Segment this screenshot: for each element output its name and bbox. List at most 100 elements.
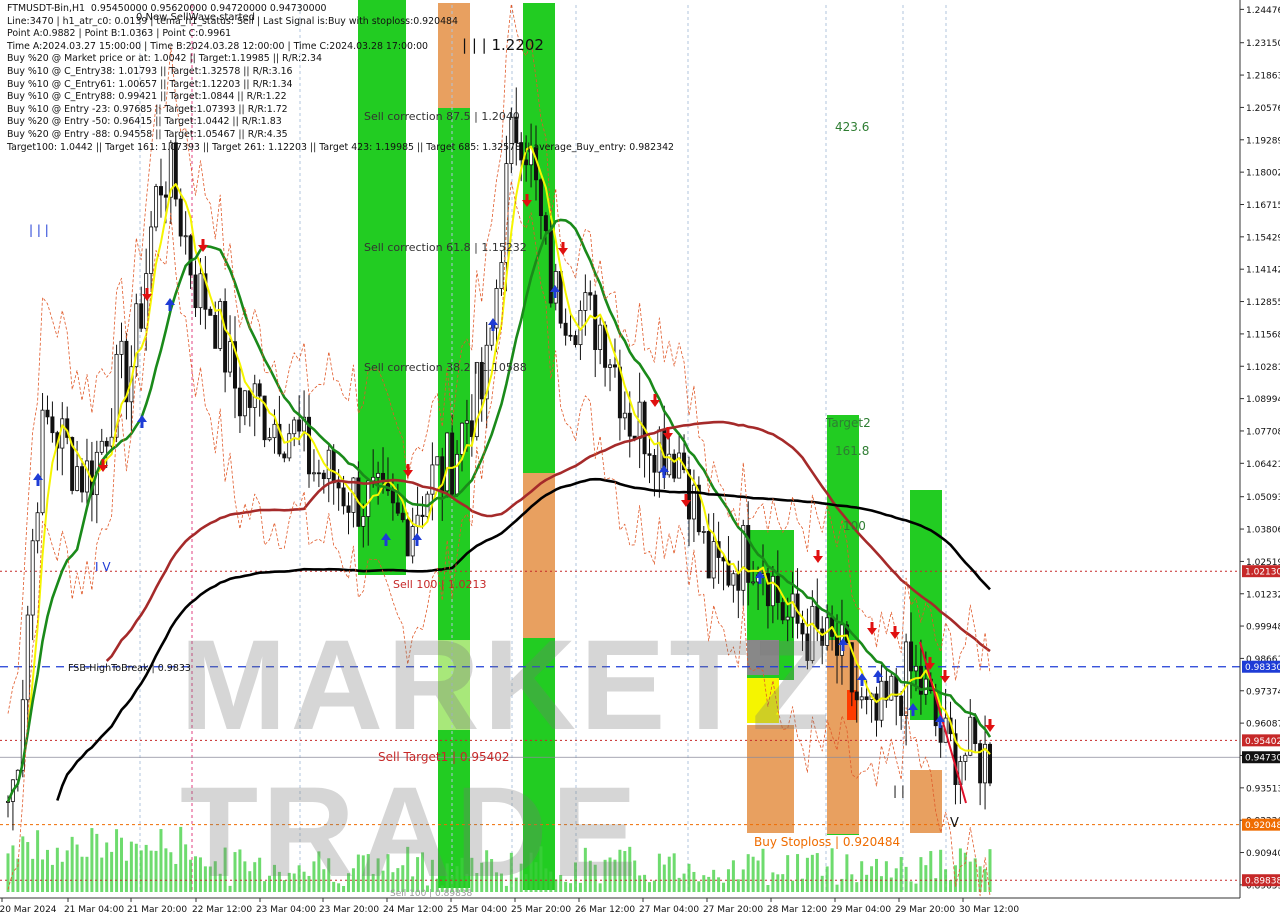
price-tick-label: 1.08994 [1246, 395, 1280, 405]
candle-body [80, 466, 85, 493]
candle-body [104, 440, 109, 447]
price-tick-label: 1.16715 [1246, 201, 1280, 211]
candle-body [188, 235, 193, 276]
candle-body [75, 466, 80, 491]
candle-body [331, 449, 336, 484]
candle-body [691, 484, 696, 520]
candle-body [736, 573, 741, 591]
wave-iii-label: | | | [29, 223, 49, 237]
time-tick-label: 21 Mar 20:00 [127, 905, 187, 915]
volume-bar [85, 856, 89, 892]
info-line: Buy %20 @ Entry -50: 0.96415 || Target:1… [7, 116, 282, 128]
volume-bar [124, 860, 128, 892]
time-tick-label: 27 Mar 04:00 [639, 905, 699, 915]
volume-bar [60, 861, 64, 892]
level-100-label: 100 [843, 519, 866, 533]
volume-bar [169, 852, 173, 892]
candle-body [208, 308, 213, 316]
price-tick-label: 1.21863 [1246, 72, 1280, 82]
time-tick-label: 29 Mar 20:00 [895, 905, 955, 915]
bottom-level-label: Sell 100 | 0.89838 [390, 889, 473, 899]
volume-bar [6, 853, 10, 892]
candle-body [282, 453, 287, 459]
info-line: Buy %10 @ C_Entry88: 0.99421 || Target:1… [7, 91, 287, 103]
wave-v-label: V [950, 816, 959, 831]
candle-body [228, 341, 233, 373]
candle-body [336, 482, 341, 489]
candle-body [45, 409, 50, 418]
volume-bar [65, 850, 69, 892]
new-wave-label: 0 New SellWave started [136, 12, 256, 23]
candle-body [50, 416, 55, 434]
candle-body [469, 420, 474, 438]
candle-body [598, 324, 603, 350]
candle-body [563, 322, 568, 336]
volume-bar [139, 850, 143, 892]
time-tick-label: 25 Mar 04:00 [447, 905, 507, 915]
sell-target1-label: Sell Target1 | 0.95402 [378, 750, 510, 764]
candle-body [158, 186, 163, 196]
price-marker-label: 1.02130 [1245, 568, 1280, 578]
volume-bar [45, 849, 49, 892]
volume-bar [55, 847, 59, 892]
candle-body [543, 215, 548, 231]
candle-body [198, 273, 203, 309]
volume-bar [144, 844, 148, 892]
candle-body [627, 412, 632, 437]
price-tick-label: 1.14142 [1246, 266, 1280, 276]
volume-bar [36, 830, 40, 892]
target2-label: Target2 [826, 416, 871, 430]
volume-bar [21, 836, 25, 892]
candle-body [242, 390, 247, 417]
volume-bar [149, 850, 153, 892]
candle-body [346, 505, 351, 513]
candle-body [297, 419, 302, 432]
level-4236-label: 423.6 [835, 120, 870, 134]
candle-body [326, 449, 331, 480]
candle-body [287, 433, 292, 459]
candle-body [316, 472, 321, 475]
candle-body [420, 514, 425, 517]
fsb-label: FSB-HighToBreak | 0.9833 [68, 663, 191, 674]
price-tick-label: 1.05093 [1246, 493, 1280, 503]
candle-body [376, 472, 381, 478]
candle-body [573, 335, 578, 346]
candle-body [608, 364, 613, 368]
volume-bar [41, 859, 45, 892]
volume-bar [90, 828, 94, 892]
time-tick-label: 28 Mar 12:00 [767, 905, 827, 915]
candle-body [583, 292, 588, 311]
candle-body [247, 390, 252, 408]
candle-body [183, 235, 188, 238]
info-line: Point A:0.9882 | Point B:1.0363 | Point … [7, 28, 232, 40]
candle-body [213, 314, 218, 349]
candle-body [677, 452, 682, 479]
candle-body [35, 512, 40, 542]
candle-body [139, 303, 144, 329]
time-tick-label: 30 Mar 12:00 [959, 905, 1019, 915]
candle-body [464, 420, 469, 424]
candle-body [321, 472, 326, 480]
candle-body [558, 271, 563, 324]
volume-bar [129, 841, 133, 892]
candle-body [751, 581, 756, 584]
candle-body [395, 502, 400, 514]
candle-body [218, 301, 223, 349]
candle-body [99, 440, 104, 453]
sell-correction-382-label: Sell correction 38.2 | 1.10588 [364, 361, 527, 374]
candle-body [657, 429, 662, 473]
volume-bar [159, 829, 163, 892]
candle-body [652, 454, 657, 473]
candle-body [292, 419, 297, 435]
peak-label: | | | 1.2202 [462, 36, 544, 54]
candle-body [311, 472, 316, 475]
candle-body [154, 186, 159, 228]
sell-100-label: Sell 100 | 1.0213 [393, 578, 487, 591]
price-tick-label: 1.07708 [1246, 427, 1280, 437]
price-tick-label: 1.15429 [1246, 233, 1280, 243]
volume-bar [164, 848, 168, 892]
candle-body [341, 487, 346, 507]
candle-body [672, 453, 677, 479]
candle-body [459, 422, 464, 455]
time-tick-label: 21 Mar 04:00 [64, 905, 124, 915]
